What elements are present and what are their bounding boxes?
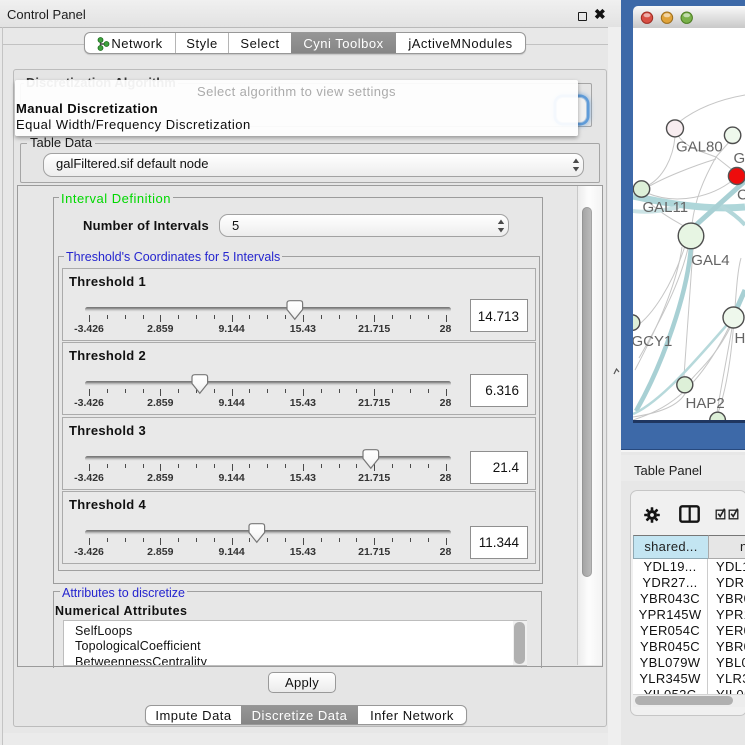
svg-text:GAL80: GAL80	[676, 139, 723, 156]
svg-text:CY: CY	[737, 187, 745, 204]
svg-text:HAP2: HAP2	[686, 395, 725, 412]
svg-text:H: H	[735, 330, 745, 347]
svg-text:GCY1: GCY1	[633, 333, 672, 350]
svg-text:GA: GA	[734, 150, 745, 167]
svg-text:GAL4: GAL4	[691, 252, 729, 269]
svg-text:GAL11: GAL11	[643, 199, 689, 216]
